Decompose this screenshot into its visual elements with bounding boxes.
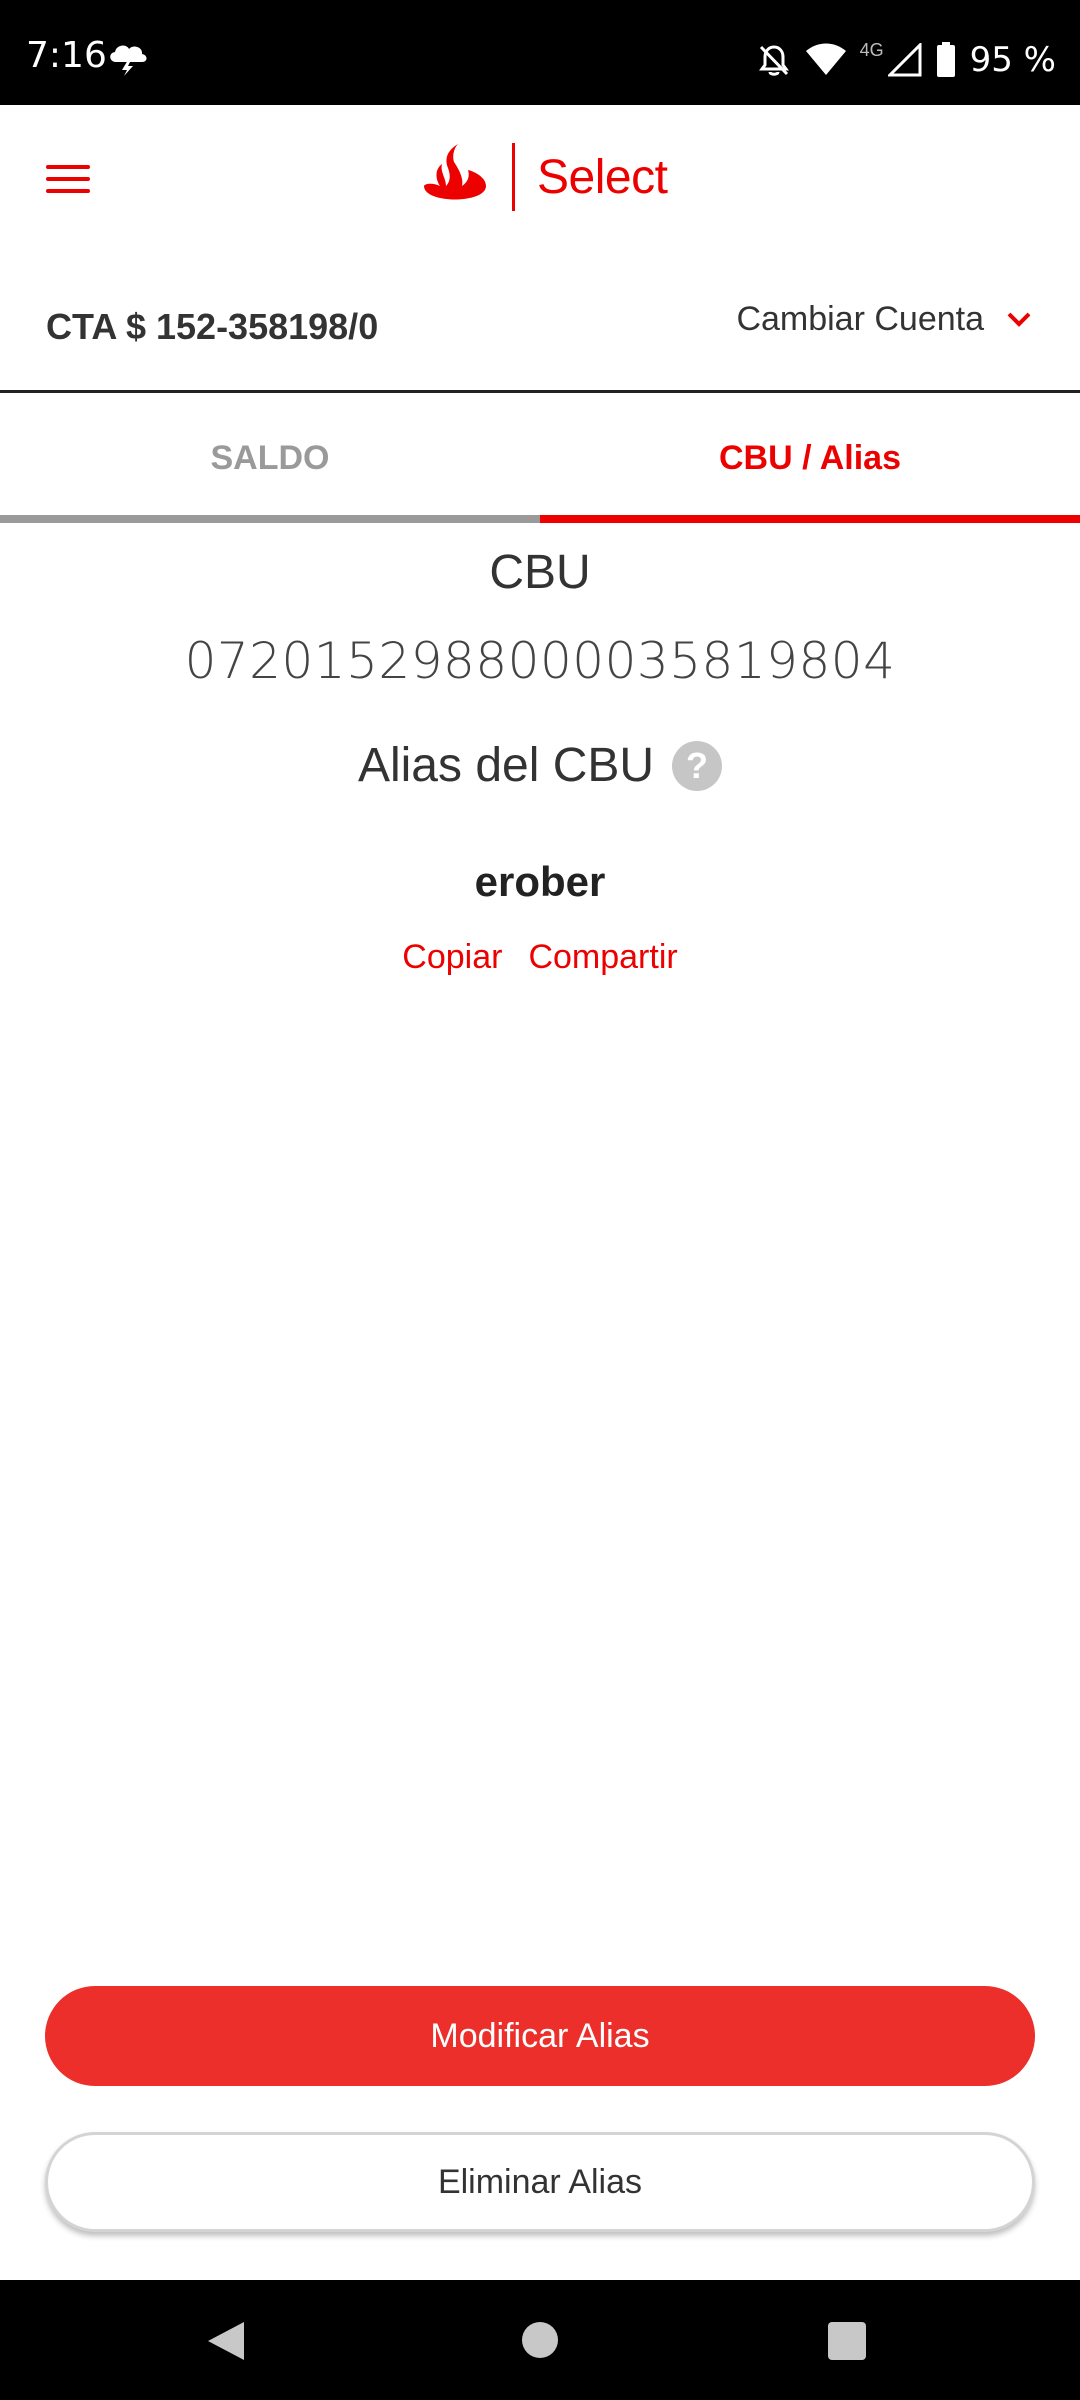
- delete-alias-button[interactable]: Eliminar Alias: [45, 2132, 1035, 2232]
- cbu-title: CBU: [489, 546, 591, 599]
- chevron-down-icon: [1007, 312, 1031, 327]
- alias-actions: Copiar Compartir: [0, 938, 1080, 977]
- copy-link[interactable]: Copiar: [402, 938, 502, 977]
- back-icon[interactable]: [206, 2320, 246, 2362]
- tab-cbu-alias-indicator: [540, 515, 1080, 523]
- status-bar: 7:16 4G 95 %: [0, 0, 1080, 105]
- menu-button[interactable]: [40, 155, 96, 199]
- app-header: Select: [0, 105, 1080, 250]
- network-type: 4G: [859, 40, 884, 60]
- tab-saldo-label: SALDO: [210, 438, 330, 477]
- change-account-label: Cambiar Cuenta: [736, 300, 984, 338]
- alias-value: erober: [474, 858, 606, 905]
- home-icon[interactable]: [522, 2322, 558, 2358]
- recents-icon[interactable]: [828, 2322, 866, 2360]
- battery-level: 95 %: [969, 40, 1056, 80]
- account-number: CTA $ 152-358198/0: [46, 306, 379, 347]
- tab-bar: SALDO CBU / Alias: [0, 393, 1080, 523]
- status-icons: 4G 95 %: [756, 40, 1056, 80]
- bell-off-icon: [758, 45, 789, 76]
- tab-saldo-indicator: [0, 515, 540, 523]
- wifi-icon: [805, 43, 846, 75]
- status-time: 7:16: [26, 35, 107, 76]
- santander-flame-icon: [424, 144, 486, 200]
- battery-icon: [936, 42, 955, 77]
- tab-cbu-alias-label: CBU / Alias: [718, 438, 901, 477]
- modify-alias-button[interactable]: Modificar Alias: [45, 1986, 1035, 2086]
- tab-cbu-alias[interactable]: CBU / Alias: [540, 393, 1080, 523]
- system-nav-bar: [0, 2280, 1080, 2400]
- alias-title-row: Alias del CBU ?: [0, 738, 1080, 793]
- tab-saldo[interactable]: SALDO: [0, 393, 540, 523]
- app-logo: Select: [418, 137, 668, 217]
- cbu-value: 0720152988000035819804: [184, 632, 896, 690]
- logo-text: Select: [537, 150, 668, 204]
- alias-title: Alias del CBU: [357, 739, 655, 792]
- share-link[interactable]: Compartir: [528, 938, 677, 977]
- account-row: CTA $ 152-358198/0 Cambiar Cuenta: [0, 250, 1080, 393]
- change-account-button[interactable]: Cambiar Cuenta: [736, 300, 1032, 339]
- logo-divider: [512, 143, 515, 211]
- signal-icon: [887, 43, 922, 77]
- cloud-lightning-icon: [110, 45, 147, 76]
- help-icon[interactable]: ?: [672, 740, 723, 791]
